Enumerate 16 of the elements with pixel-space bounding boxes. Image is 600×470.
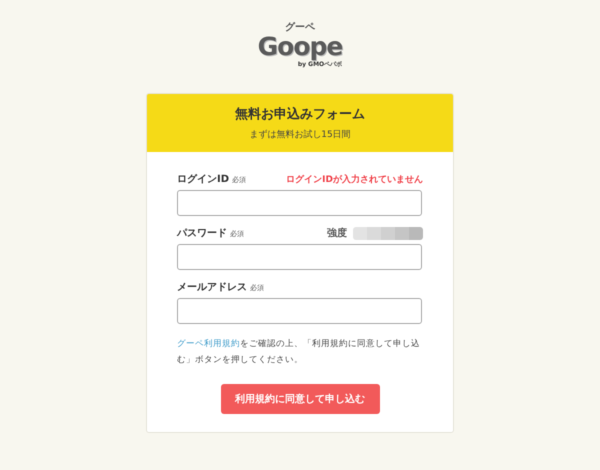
form-subtitle: まずは無料お試し15日間 bbox=[249, 128, 351, 141]
logo-kana: グーペ bbox=[285, 22, 315, 33]
field-label: パスワード bbox=[177, 227, 227, 240]
error-message: ログインIDが入力されていません bbox=[286, 173, 423, 186]
field-label: メールアドレス bbox=[177, 281, 247, 294]
input-field[interactable] bbox=[177, 298, 422, 324]
field-label: ログインID bbox=[177, 173, 230, 186]
terms-note: グーペ利用規約 をご確認の上、「利用規約に同意して申し込む」ボタンを押してください。 bbox=[177, 338, 421, 367]
submit-button[interactable]: 利用規約に同意して申し込む bbox=[220, 384, 380, 414]
logo-wordmark: Goope bbox=[258, 33, 342, 61]
form-title: 無料お申込みフォーム bbox=[235, 106, 365, 123]
terms-link[interactable]: グーペ利用規約 bbox=[177, 339, 240, 349]
strength-label: 強度 bbox=[327, 226, 347, 240]
strength-meter bbox=[353, 226, 423, 240]
input-field[interactable] bbox=[177, 190, 422, 216]
input-field[interactable] bbox=[177, 244, 422, 270]
